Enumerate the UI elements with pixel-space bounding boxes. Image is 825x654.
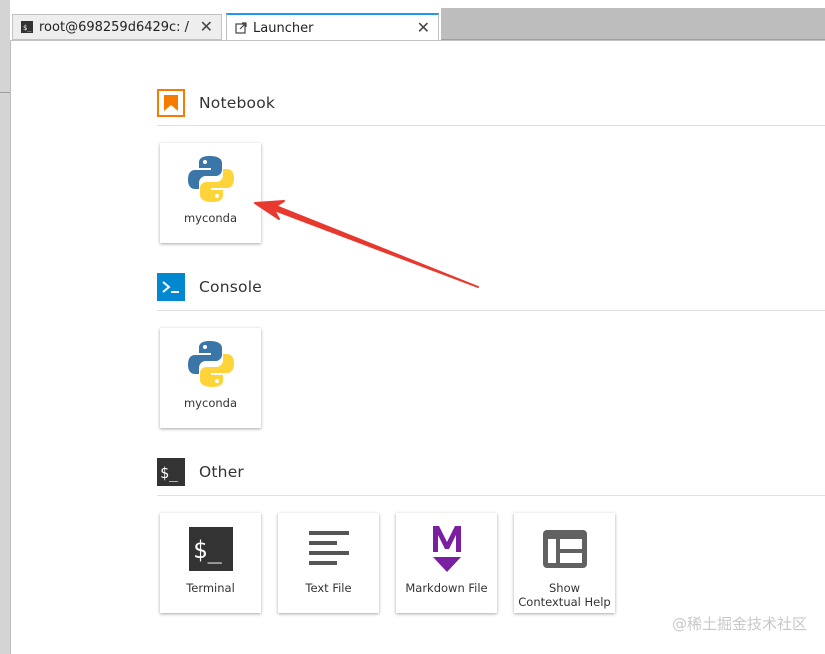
card-label: myconda xyxy=(183,211,237,225)
tab-bar-background xyxy=(441,8,825,40)
section-header-other: $_ Other xyxy=(157,452,825,492)
tab-label: Launcher xyxy=(253,20,314,36)
card-label: myconda xyxy=(183,396,237,410)
section-title: Notebook xyxy=(199,94,276,112)
card-label: Text File xyxy=(305,581,352,595)
tab-terminal[interactable]: $_ root@698259d6429c: / ✕ xyxy=(12,14,222,40)
card-console-myconda[interactable]: myconda xyxy=(160,328,261,428)
text-file-icon xyxy=(304,523,354,575)
watermark: @稀土掘金技术社区 xyxy=(671,615,807,633)
card-terminal[interactable]: $_ Terminal xyxy=(160,513,261,613)
section-divider xyxy=(157,310,825,311)
card-label: Terminal xyxy=(186,581,235,595)
terminal-icon: $_ xyxy=(21,21,33,33)
section-divider xyxy=(157,125,825,126)
tab-bar: $_ root@698259d6429c: / ✕ Launcher ✕ xyxy=(10,0,825,41)
tab-launcher[interactable]: Launcher ✕ xyxy=(226,13,439,41)
notebook-icon xyxy=(157,89,185,117)
close-icon[interactable]: ✕ xyxy=(200,19,213,35)
tab-bar-divider xyxy=(10,40,825,41)
section-header-notebook: Notebook xyxy=(157,83,825,123)
svg-text:$_: $_ xyxy=(193,536,222,564)
sidebar-notch xyxy=(0,92,10,93)
markdown-icon xyxy=(422,523,472,575)
card-label: Markdown File xyxy=(405,581,488,595)
section-title: Other xyxy=(199,463,245,481)
left-sidebar-strip xyxy=(0,0,11,654)
svg-text:$_: $_ xyxy=(23,24,32,32)
contextual-help-icon xyxy=(540,523,590,575)
card-notebook-myconda[interactable]: myconda xyxy=(160,143,261,243)
card-markdown-file[interactable]: Markdown File xyxy=(396,513,497,613)
terminal-icon: $_ xyxy=(186,523,236,575)
section-divider xyxy=(157,495,825,496)
section-header-console: Console xyxy=(157,267,825,307)
card-show-contextual-help[interactable]: Show Contextual Help xyxy=(514,513,615,613)
section-title: Console xyxy=(199,278,262,296)
card-text-file[interactable]: Text File xyxy=(278,513,379,613)
other-icon: $_ xyxy=(157,458,185,486)
tab-label: root@698259d6429c: / xyxy=(39,19,190,35)
launcher-icon xyxy=(235,22,247,34)
svg-text:$_: $_ xyxy=(160,464,179,482)
close-icon[interactable]: ✕ xyxy=(417,20,430,36)
python-icon xyxy=(186,338,236,390)
python-icon xyxy=(186,153,236,205)
console-icon xyxy=(157,273,185,301)
card-label: Show Contextual Help xyxy=(518,581,611,609)
